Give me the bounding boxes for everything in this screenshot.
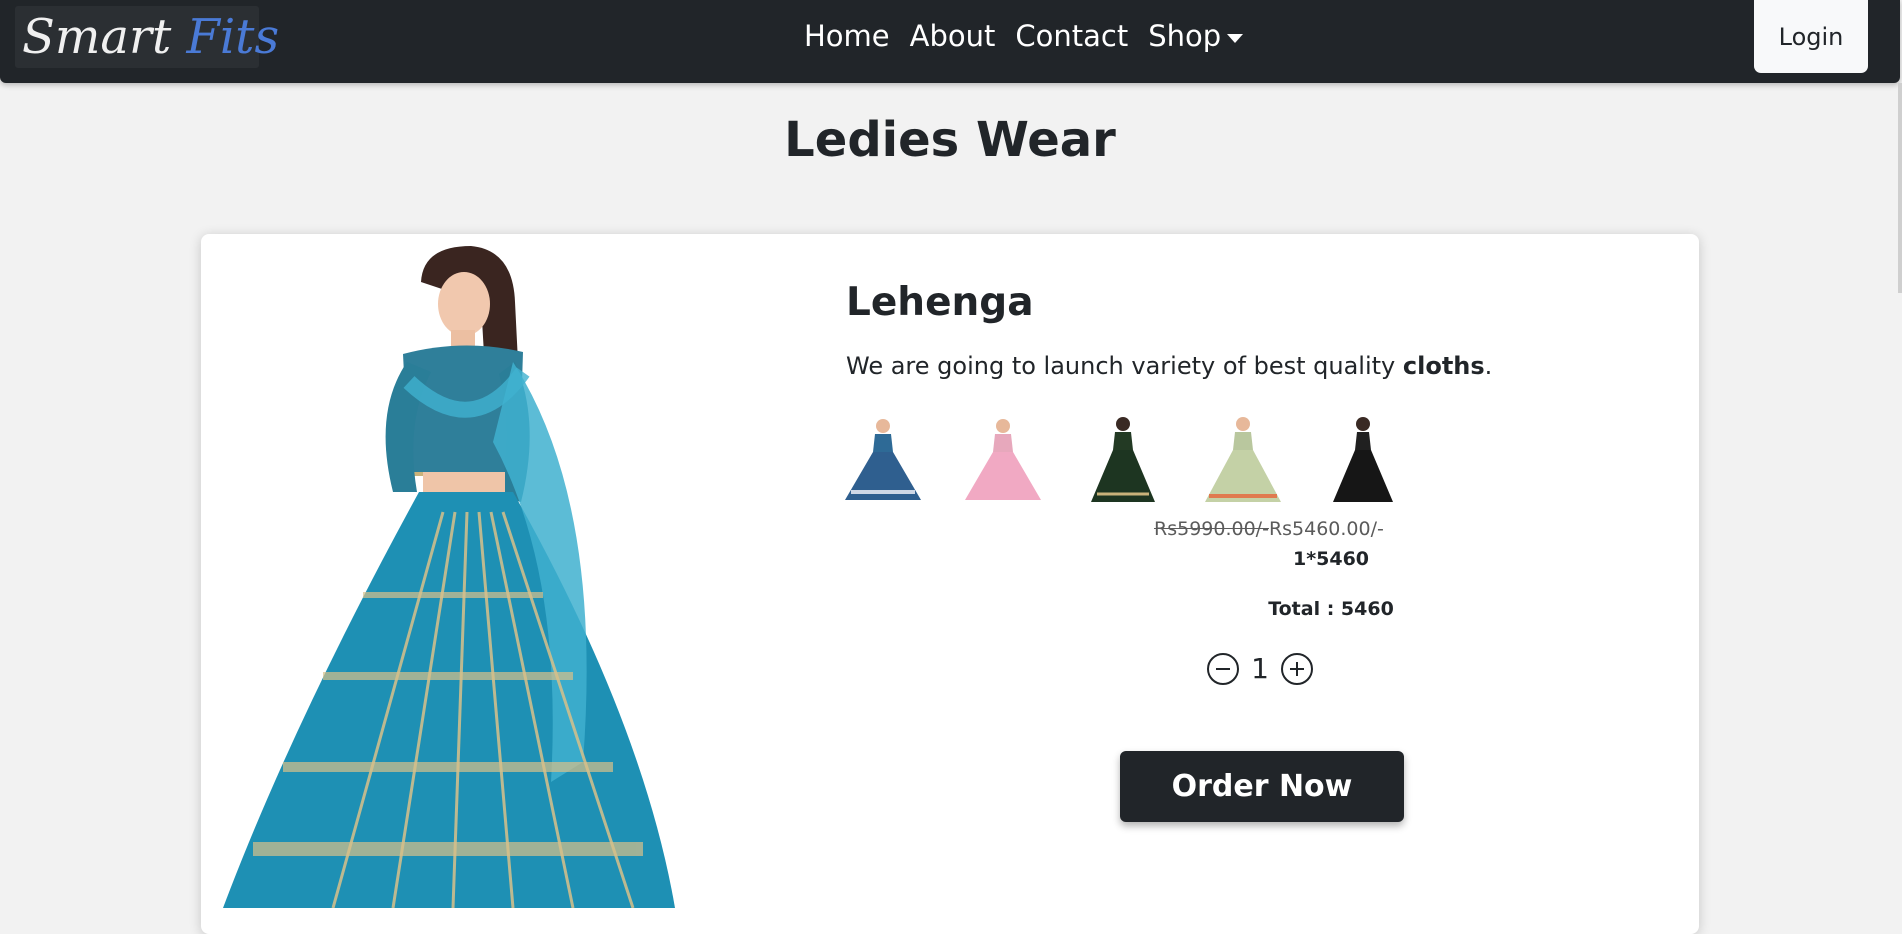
sale-price: Rs5460.00/- [1268, 518, 1384, 540]
brand-name-part2: Fits [186, 9, 280, 65]
description-end: . [1484, 352, 1493, 380]
nav-about-link[interactable]: About [910, 16, 996, 56]
page-title: Ledies Wear [784, 112, 1116, 168]
price-line: Rs5990.00/-Rs5460.00/- [1154, 518, 1384, 540]
product-title: Lehenga [846, 280, 1034, 325]
quantity-stepper: 1 [1207, 652, 1313, 685]
brand-name-part1: Smart [22, 9, 172, 65]
thumb-sage-lehenga[interactable] [1197, 414, 1289, 506]
product-main-image [223, 242, 675, 908]
thumb-blue-lehenga[interactable] [837, 414, 929, 506]
nav-contact-link[interactable]: Contact [1015, 16, 1128, 56]
quantity-value: 1 [1251, 652, 1269, 685]
total-price: Total : 5460 [1268, 598, 1394, 620]
product-card: Lehenga We are going to launch variety o… [201, 234, 1699, 934]
nav-home-link[interactable]: Home [804, 16, 890, 56]
product-description: We are going to launch variety of best q… [846, 352, 1492, 380]
variant-thumbnails [837, 414, 1409, 506]
order-now-button[interactable]: Order Now [1120, 751, 1404, 822]
nav-links: Home About Contact Shop [804, 16, 1244, 56]
thumb-green-lehenga[interactable] [1077, 414, 1169, 506]
thumb-black-lehenga[interactable] [1317, 414, 1409, 506]
top-navbar: Smart Fits Home About Contact Shop Login [0, 0, 1900, 83]
price-calculation: 1*5460 [1292, 548, 1370, 570]
description-text: We are going to launch variety of best q… [846, 352, 1403, 380]
description-bold: cloths [1402, 352, 1485, 380]
login-button[interactable]: Login [1754, 0, 1868, 73]
caret-down-icon [1227, 33, 1244, 43]
plus-circle-icon[interactable] [1281, 652, 1313, 685]
minus-circle-icon[interactable] [1207, 652, 1239, 685]
nav-shop-dropdown[interactable]: Shop [1148, 16, 1244, 56]
original-price: Rs5990.00/- [1154, 518, 1269, 540]
nav-shop-label: Shop [1148, 19, 1222, 53]
brand-logo[interactable]: Smart Fits [15, 6, 279, 68]
thumb-pink-lehenga[interactable] [957, 414, 1049, 506]
